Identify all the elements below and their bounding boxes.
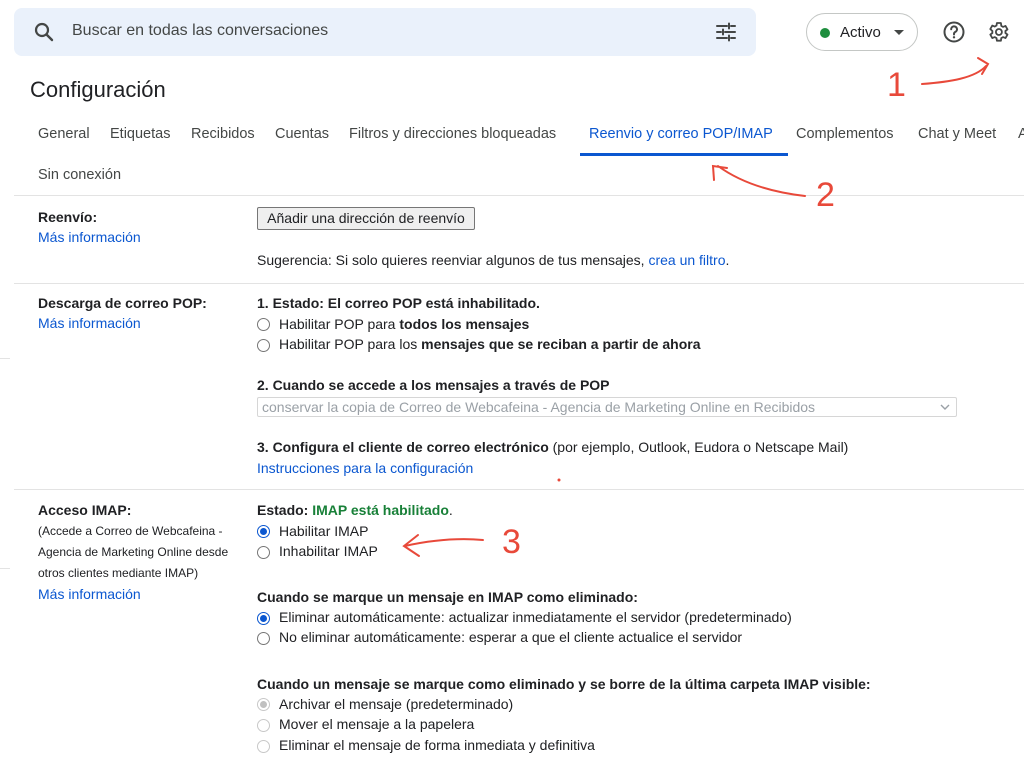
search-icon[interactable] xyxy=(32,20,56,44)
imap-desc-line3: otros clientes mediante IMAP) xyxy=(38,566,199,580)
imap-status-value: IMAP está habilitado xyxy=(312,502,449,518)
tab-inbox[interactable]: Recibidos xyxy=(191,126,255,142)
imap-desc-line2: Agencia de Marketing Online desde xyxy=(38,545,229,559)
pop-client-bold: 3. Configura el cliente de correo electr… xyxy=(257,439,549,455)
enable-imap-label: Habilitar IMAP xyxy=(279,523,369,539)
tab-addons[interactable]: Complementos xyxy=(796,126,894,142)
enable-imap-radio[interactable] xyxy=(257,525,270,538)
pop-opt1-text: Habilitar POP para xyxy=(279,316,400,332)
chevron-down-icon xyxy=(894,30,904,35)
auto-expunge-off-label: No eliminar automáticamente: esperar a q… xyxy=(279,629,743,645)
top-bar: Buscar en todas las conversaciones Activ… xyxy=(0,0,1024,64)
archive-message-radio[interactable] xyxy=(257,698,270,711)
annotation-3: 3 xyxy=(502,523,521,561)
tab-chat-meet[interactable]: Chat y Meet xyxy=(918,126,996,142)
pop-all-messages-label: Habilitar POP para todos los mensajes xyxy=(279,316,529,332)
add-forwarding-address-button[interactable]: Añadir una dirección de reenvío xyxy=(257,207,475,230)
page-title: Configuración xyxy=(30,77,166,102)
annotation-1: 1 xyxy=(887,66,906,104)
annotation-2: 2 xyxy=(816,176,835,214)
arrow-2 xyxy=(711,164,806,197)
tab-general[interactable]: General xyxy=(38,126,90,142)
pop-new-messages-label: Habilitar POP para los mensajes que se r… xyxy=(279,336,700,352)
divider xyxy=(14,489,1024,490)
move-to-trash-radio[interactable] xyxy=(257,719,270,732)
forwarding-tip-text: Sugerencia: Si solo quieres reenviar alg… xyxy=(257,252,649,268)
tab-advanced[interactable]: A xyxy=(1018,126,1024,142)
pop-access-title: 2. Cuando se accede a los mensajes a tra… xyxy=(257,377,610,393)
red-dot xyxy=(557,478,561,482)
imap-status-label: Estado: xyxy=(257,502,313,518)
setup-instructions-link[interactable]: Instrucciones para la configuración xyxy=(257,460,473,476)
status-selector[interactable]: Activo xyxy=(806,13,918,51)
imap-status: Estado: IMAP está habilitado. xyxy=(257,502,453,518)
pop-opt2-text: Habilitar POP para los xyxy=(279,336,422,352)
pop-new-messages-radio[interactable] xyxy=(257,339,270,352)
tab-forwarding-pop-imap[interactable]: Reenvio y correo POP/IMAP xyxy=(589,126,773,142)
edge-line xyxy=(0,358,10,359)
forwarding-tip-suffix: . xyxy=(725,252,730,268)
pop-status: 1. Estado: El correo POP está inhabilita… xyxy=(257,295,540,311)
imap-title: Acceso IMAP: xyxy=(38,502,132,518)
edge-line xyxy=(0,568,10,569)
arrow-3 xyxy=(402,534,484,557)
pop-opt2-bold: mensajes que se reciban a partir de ahor… xyxy=(421,336,701,352)
active-tab-indicator xyxy=(580,153,788,156)
auto-expunge-on-label: Eliminar automáticamente: actualizar inm… xyxy=(279,609,792,625)
pop-all-messages-radio[interactable] xyxy=(257,318,270,331)
pop-title: Descarga de correo POP: xyxy=(38,295,207,311)
pop-opt1-bold: todos los mensajes xyxy=(399,316,530,332)
tab-accounts[interactable]: Cuentas xyxy=(275,126,329,142)
create-filter-link[interactable]: crea un filtro xyxy=(648,252,725,268)
tab-offline[interactable]: Sin conexión xyxy=(38,167,121,183)
gear-icon[interactable] xyxy=(986,20,1010,44)
imap-more-info-link[interactable]: Más información xyxy=(38,586,141,602)
status-label: Activo xyxy=(840,24,881,41)
divider xyxy=(14,283,1024,284)
imap-deleted-title: Cuando se marque un mensaje en IMAP como… xyxy=(257,589,638,605)
imap-desc-line1: (Accede a Correo de Webcafeina - xyxy=(38,524,223,538)
forwarding-tip: Sugerencia: Si solo quieres reenviar alg… xyxy=(257,252,729,268)
auto-expunge-on-radio[interactable] xyxy=(257,612,270,625)
divider xyxy=(14,195,1024,196)
disable-imap-radio[interactable] xyxy=(257,546,270,559)
tab-filters[interactable]: Filtros y direcciones bloqueadas xyxy=(349,126,556,142)
search-input[interactable]: Buscar en todas las conversaciones xyxy=(72,22,328,40)
move-to-trash-label: Mover el mensaje a la papelera xyxy=(279,716,475,732)
imap-status-suffix: . xyxy=(448,502,453,518)
forwarding-title: Reenvío: xyxy=(38,209,98,225)
archive-message-label: Archivar el mensaje (predeterminado) xyxy=(279,696,514,712)
help-icon[interactable] xyxy=(942,20,966,44)
imap-expunged-title: Cuando un mensaje se marque como elimina… xyxy=(257,676,871,692)
search-bar[interactable]: Buscar en todas las conversaciones xyxy=(14,8,756,56)
chevron-down-icon xyxy=(940,404,950,410)
delete-forever-radio[interactable] xyxy=(257,740,270,753)
forwarding-more-info-link[interactable]: Más información xyxy=(38,229,141,245)
search-options-icon[interactable] xyxy=(714,20,738,44)
pop-more-info-link[interactable]: Más información xyxy=(38,315,141,331)
pop-client-suffix: (por ejemplo, Outlook, Eudora o Netscape… xyxy=(548,439,849,455)
pop-action-select-value: conservar la copia de Correo de Webcafei… xyxy=(262,399,816,415)
tab-labels[interactable]: Etiquetas xyxy=(110,126,170,142)
auto-expunge-off-radio[interactable] xyxy=(257,632,270,645)
disable-imap-label: Inhabilitar IMAP xyxy=(279,543,378,559)
status-dot xyxy=(820,28,830,38)
pop-client-title: 3. Configura el cliente de correo electr… xyxy=(257,439,848,455)
delete-forever-label: Eliminar el mensaje de forma inmediata y… xyxy=(279,737,595,753)
pop-action-select[interactable]: conservar la copia de Correo de Webcafei… xyxy=(257,397,957,417)
